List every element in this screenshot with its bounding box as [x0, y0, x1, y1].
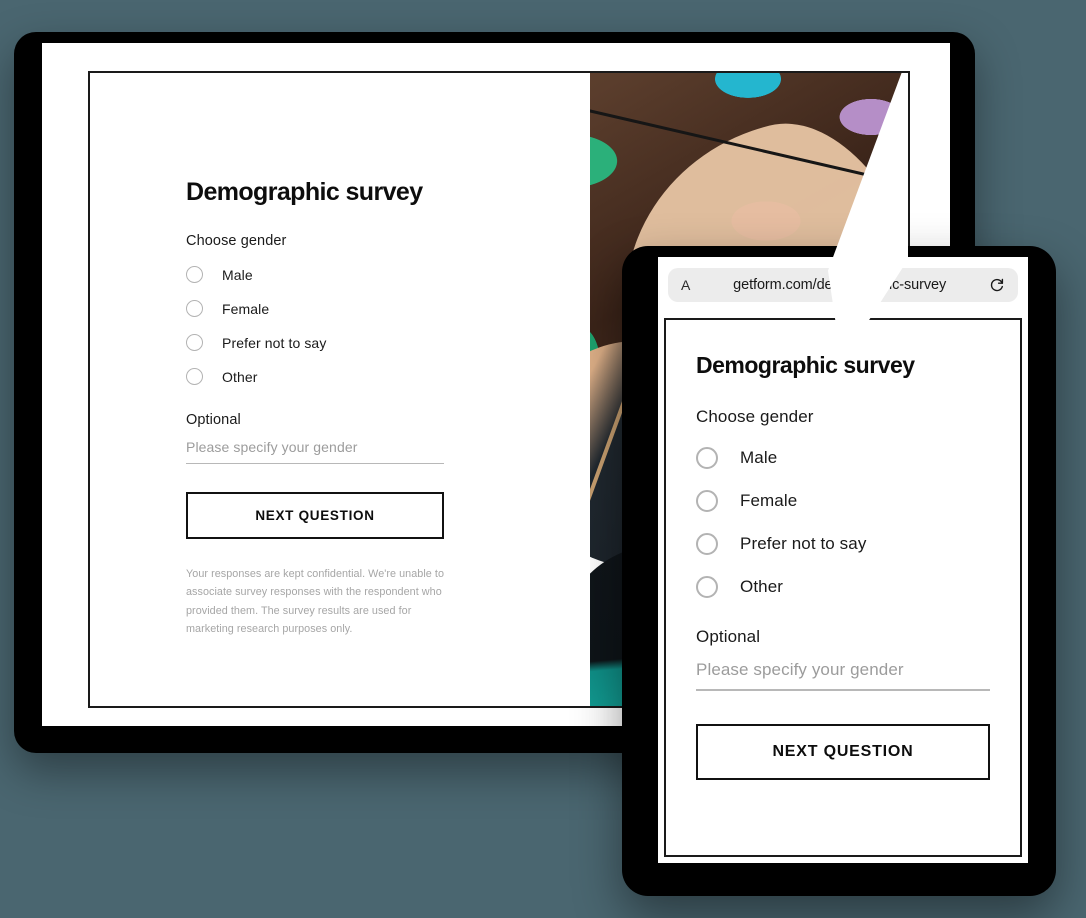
radio-option-label: Other — [740, 576, 784, 596]
radio-circle-icon[interactable] — [186, 368, 203, 385]
radio-option-label: Female — [740, 490, 798, 510]
question-label: Choose gender — [186, 232, 287, 249]
radio-option-other[interactable]: Other — [186, 364, 444, 390]
radio-option-label: Prefer not to say — [740, 533, 867, 553]
optional-label: Optional — [186, 411, 241, 428]
reload-icon[interactable] — [989, 277, 1005, 293]
mobile-gender-specify-input[interactable] — [696, 660, 990, 691]
radio-circle-icon[interactable] — [696, 575, 718, 598]
radio-circle-icon[interactable] — [186, 300, 203, 317]
mobile-next-question-button[interactable]: NEXT QUESTION — [696, 724, 990, 780]
mobile-radio-option-prefer-not-to-say[interactable]: Prefer not to say — [696, 527, 990, 560]
aa-text-size-icon[interactable]: A — [681, 277, 690, 293]
radio-circle-icon[interactable] — [696, 532, 718, 555]
page-title: Demographic survey — [186, 178, 423, 206]
radio-option-prefer-not-to-say[interactable]: Prefer not to say — [186, 330, 444, 356]
radio-option-label: Prefer not to say — [222, 334, 327, 351]
mobile-radio-option-other[interactable]: Other — [696, 570, 990, 603]
radio-circle-icon[interactable] — [696, 446, 718, 469]
next-question-button[interactable]: NEXT QUESTION — [186, 491, 444, 539]
mobile-form-panel: Demographic survey Choose gender Male Fe… — [666, 320, 1020, 780]
mobile-question-label: Choose gender — [696, 407, 814, 426]
radio-option-label: Male — [222, 266, 253, 283]
mobile-screen: Demographic survey Choose gender Male Fe… — [664, 318, 1022, 857]
radio-circle-icon[interactable] — [186, 334, 203, 351]
mobile-radio-option-male[interactable]: Male — [696, 441, 990, 474]
radio-circle-icon[interactable] — [696, 489, 718, 512]
radio-option-label: Other — [222, 368, 258, 385]
gender-specify-input[interactable] — [186, 438, 444, 464]
desktop-form-panel: Demographic survey Choose gender Male Fe… — [90, 73, 590, 706]
radio-circle-icon[interactable] — [186, 266, 203, 283]
radio-option-female[interactable]: Female — [186, 296, 444, 322]
radio-option-label: Female — [222, 300, 270, 317]
radio-option-label: Male — [740, 447, 778, 467]
mobile-radio-option-female[interactable]: Female — [696, 484, 990, 517]
radio-option-male[interactable]: Male — [186, 262, 444, 288]
privacy-disclaimer: Your responses are kept confidential. We… — [186, 567, 444, 636]
mobile-optional-label: Optional — [696, 627, 761, 646]
